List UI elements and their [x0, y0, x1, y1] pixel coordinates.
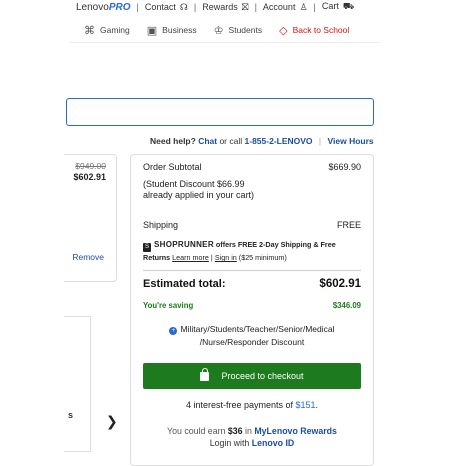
- shoprunner-minimum: ($25 minimum): [238, 253, 287, 262]
- graduation-cap-icon: ♔: [213, 24, 224, 37]
- item-price: $602.91: [73, 172, 106, 182]
- need-help-label: Need help?: [150, 136, 196, 146]
- nav-item-label: Back to School: [292, 25, 350, 35]
- view-hours-link[interactable]: View Hours: [328, 136, 374, 146]
- interest-amount[interactable]: $151: [296, 400, 316, 410]
- discount-type: + Military/Students/Teacher/Senior/Medica…: [143, 323, 361, 349]
- saving-label: You're saving: [143, 301, 194, 310]
- earn-amount: $36: [227, 426, 243, 436]
- chevron-right-icon[interactable]: ❯: [106, 413, 118, 430]
- lock-icon: [200, 367, 210, 381]
- estimated-total-label: Estimated total:: [143, 278, 226, 290]
- shoprunner-promo: S SHOPRUNNER offers FREE 2-Day Shipping &…: [143, 240, 336, 262]
- learn-more-link[interactable]: Learn more: [172, 253, 209, 262]
- nav-separator: |: [313, 2, 316, 12]
- estimated-total-value: $602.91: [319, 278, 361, 290]
- discount-type-label: Military/Students/Teacher/Senior/Medical…: [180, 324, 335, 347]
- login-text: Login with: [209, 438, 250, 448]
- cart-item-card: $949.00 $602.91 Remove: [64, 154, 117, 282]
- headset-icon: ☊: [179, 1, 188, 12]
- login-prompt: Login with Lenovo ID: [143, 438, 361, 448]
- nav-divider: [70, 42, 380, 43]
- earn-prefix: You could earn: [167, 426, 226, 436]
- cart-label: Cart: [321, 1, 339, 11]
- cart-icon: ⛟: [342, 1, 355, 11]
- saving-value: $346.09: [332, 301, 361, 310]
- help-separator: |: [318, 136, 322, 146]
- contact-link[interactable]: Contact ☊: [145, 2, 188, 13]
- lenovo-pro-link[interactable]: LenovoPRO: [76, 2, 130, 13]
- chat-link[interactable]: Chat: [198, 136, 217, 146]
- nav-item-label: Gaming: [100, 25, 130, 35]
- card-text-fragment: s: [68, 410, 74, 420]
- help-bar: Need help? Chat or call 1-855-2-LENOVO |…: [150, 136, 374, 146]
- account-link[interactable]: Account ♙: [263, 2, 308, 13]
- user-icon: ♙: [299, 1, 308, 12]
- recommendation-card: s: [64, 316, 91, 452]
- sign-in-link[interactable]: Sign in: [215, 253, 237, 262]
- shoprunner-name: SHOPRUNNER: [154, 240, 214, 249]
- shipping-label: Shipping: [143, 220, 179, 230]
- tag-icon: ◇: [279, 24, 288, 37]
- rewards-link[interactable]: Rewards ⛝: [202, 2, 248, 13]
- shipping-row: Shipping FREE: [143, 220, 361, 230]
- gamepad-icon: ⌘: [84, 24, 95, 37]
- briefcase-icon: ▣: [146, 24, 158, 37]
- lenovo-id-link[interactable]: Lenovo ID: [252, 438, 295, 448]
- rewards-label: Rewards: [202, 1, 238, 12]
- search-input[interactable]: [66, 98, 374, 126]
- earn-in: in: [245, 426, 252, 436]
- proceed-to-checkout-button[interactable]: Proceed to checkout: [143, 363, 361, 389]
- gift-icon: ⛝: [241, 1, 249, 12]
- plus-icon[interactable]: +: [169, 327, 178, 335]
- nav-item-back-to-school[interactable]: ◇ Back to School: [279, 24, 349, 37]
- or-call-label: or call: [219, 136, 243, 146]
- phone-link[interactable]: 1-855-2-LENOVO: [245, 136, 313, 146]
- order-subtotal-value: $669.90: [328, 162, 361, 172]
- estimated-total-row: Estimated total: $602.91: [143, 278, 361, 290]
- cart-link[interactable]: Cart ⛟: [322, 1, 354, 13]
- top-utility-nav: LenovoPRO | Contact ☊ | Rewards ⛝ | Accoun…: [76, 0, 354, 14]
- order-subtotal-label: Order Subtotal: [143, 162, 202, 172]
- left-gutter: [0, 0, 70, 450]
- remove-link[interactable]: Remove: [72, 252, 104, 262]
- summary-divider: [143, 270, 361, 271]
- category-nav: ⌘ Gaming ▣ Business ♔ Students ◇ Back to Sch…: [84, 22, 366, 38]
- nav-separator: |: [254, 2, 257, 12]
- order-summary: Order Subtotal $669.90 (Student Discount…: [130, 154, 374, 466]
- interest-end: .: [315, 400, 319, 410]
- interest-text: 4 interest-free payments of: [185, 400, 293, 410]
- contact-label: Contact: [144, 1, 176, 12]
- saving-row: You're saving $346.09: [143, 301, 361, 310]
- account-label: Account: [262, 1, 296, 12]
- checkout-label: Proceed to checkout: [221, 371, 304, 381]
- original-price: $949.00: [75, 161, 106, 171]
- nav-separator: |: [136, 2, 139, 12]
- order-subtotal-row: Order Subtotal $669.90: [143, 162, 361, 172]
- nav-item-business[interactable]: ▣ Business: [147, 24, 197, 37]
- nav-item-label: Business: [162, 25, 197, 35]
- shoprunner-logo-icon: S: [143, 243, 151, 252]
- nav-separator: |: [193, 2, 197, 12]
- nav-item-label: Students: [228, 25, 263, 35]
- student-discount-note: (Student Discount $66.99 already applied…: [143, 179, 255, 200]
- interest-free-payments: 4 interest-free payments of $151.: [143, 400, 361, 410]
- nav-item-gaming[interactable]: ⌘ Gaming: [84, 24, 130, 37]
- shipping-value: FREE: [336, 220, 361, 230]
- right-gutter: [380, 0, 450, 450]
- nav-item-students[interactable]: ♔ Students: [214, 24, 262, 37]
- rewards-earn: You could earn $36 in MyLenovo Rewards: [143, 426, 361, 436]
- mylenovo-rewards-link[interactable]: MyLenovo Rewards: [254, 426, 337, 436]
